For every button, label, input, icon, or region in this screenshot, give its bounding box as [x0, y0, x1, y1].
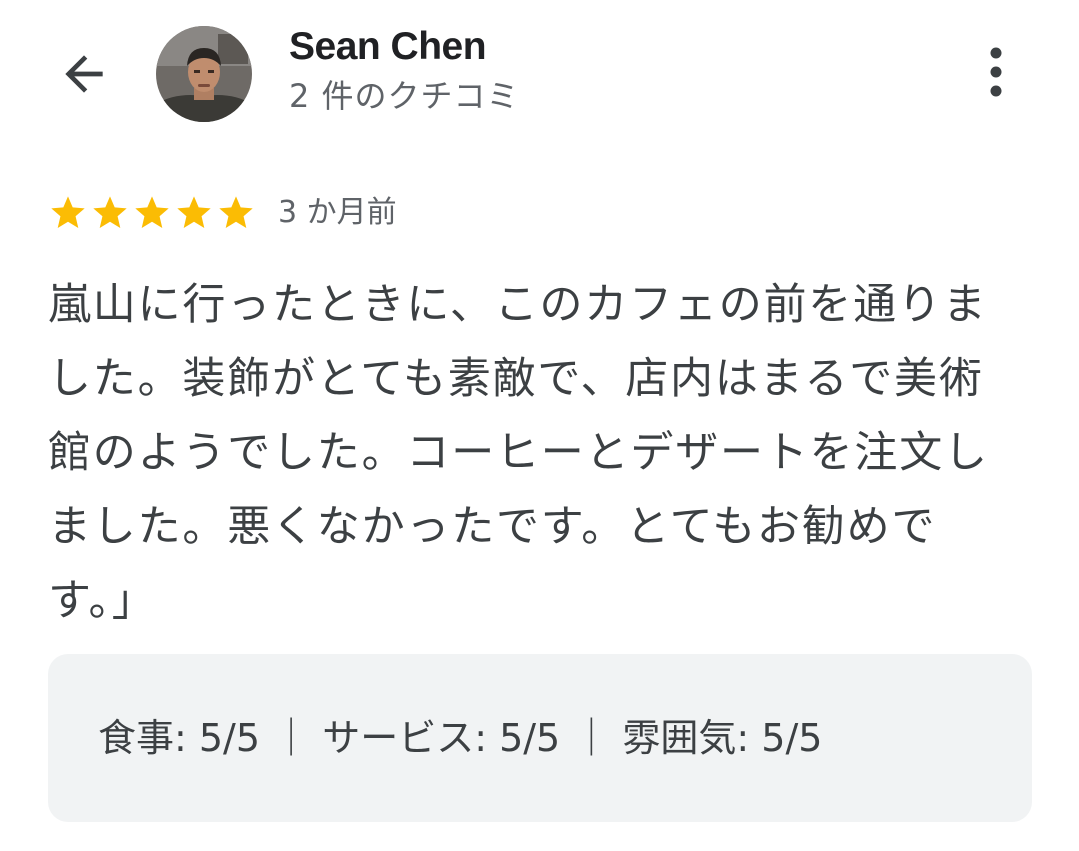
- star-rating: [48, 193, 258, 233]
- avatar[interactable]: [156, 26, 252, 122]
- star-icon: [219, 196, 253, 228]
- star-icon: [93, 196, 127, 228]
- more-vert-icon: [990, 47, 1002, 97]
- review-time: 3 か月前: [278, 195, 397, 230]
- review-count: 2 件のクチコミ: [289, 77, 520, 115]
- author-name[interactable]: Sean Chen: [289, 24, 487, 70]
- attribute-ratings: 食事: 5/5 ｜ サービス: 5/5 ｜ 雰囲気: 5/5: [98, 716, 823, 760]
- star-icon: [135, 196, 169, 228]
- arrow-back-icon: [65, 55, 103, 93]
- rating-row: 3 か月前: [48, 191, 397, 235]
- attribute-ratings-box: 食事: 5/5 ｜ サービス: 5/5 ｜ 雰囲気: 5/5: [48, 654, 1032, 822]
- more-options-button[interactable]: [966, 40, 1026, 104]
- star-icon: [51, 196, 85, 228]
- star-icon: [177, 196, 211, 228]
- avatar-image: [156, 26, 252, 122]
- back-button[interactable]: [52, 42, 116, 106]
- review-detail-page: Sean Chen 2 件のクチコミ 3 か月前 嵐山に行ったときに、このカフェ…: [0, 0, 1079, 851]
- review-text: 嵐山に行ったときに、このカフェの前を通りました。装飾がとても素敵で、店内はまるで…: [48, 280, 989, 626]
